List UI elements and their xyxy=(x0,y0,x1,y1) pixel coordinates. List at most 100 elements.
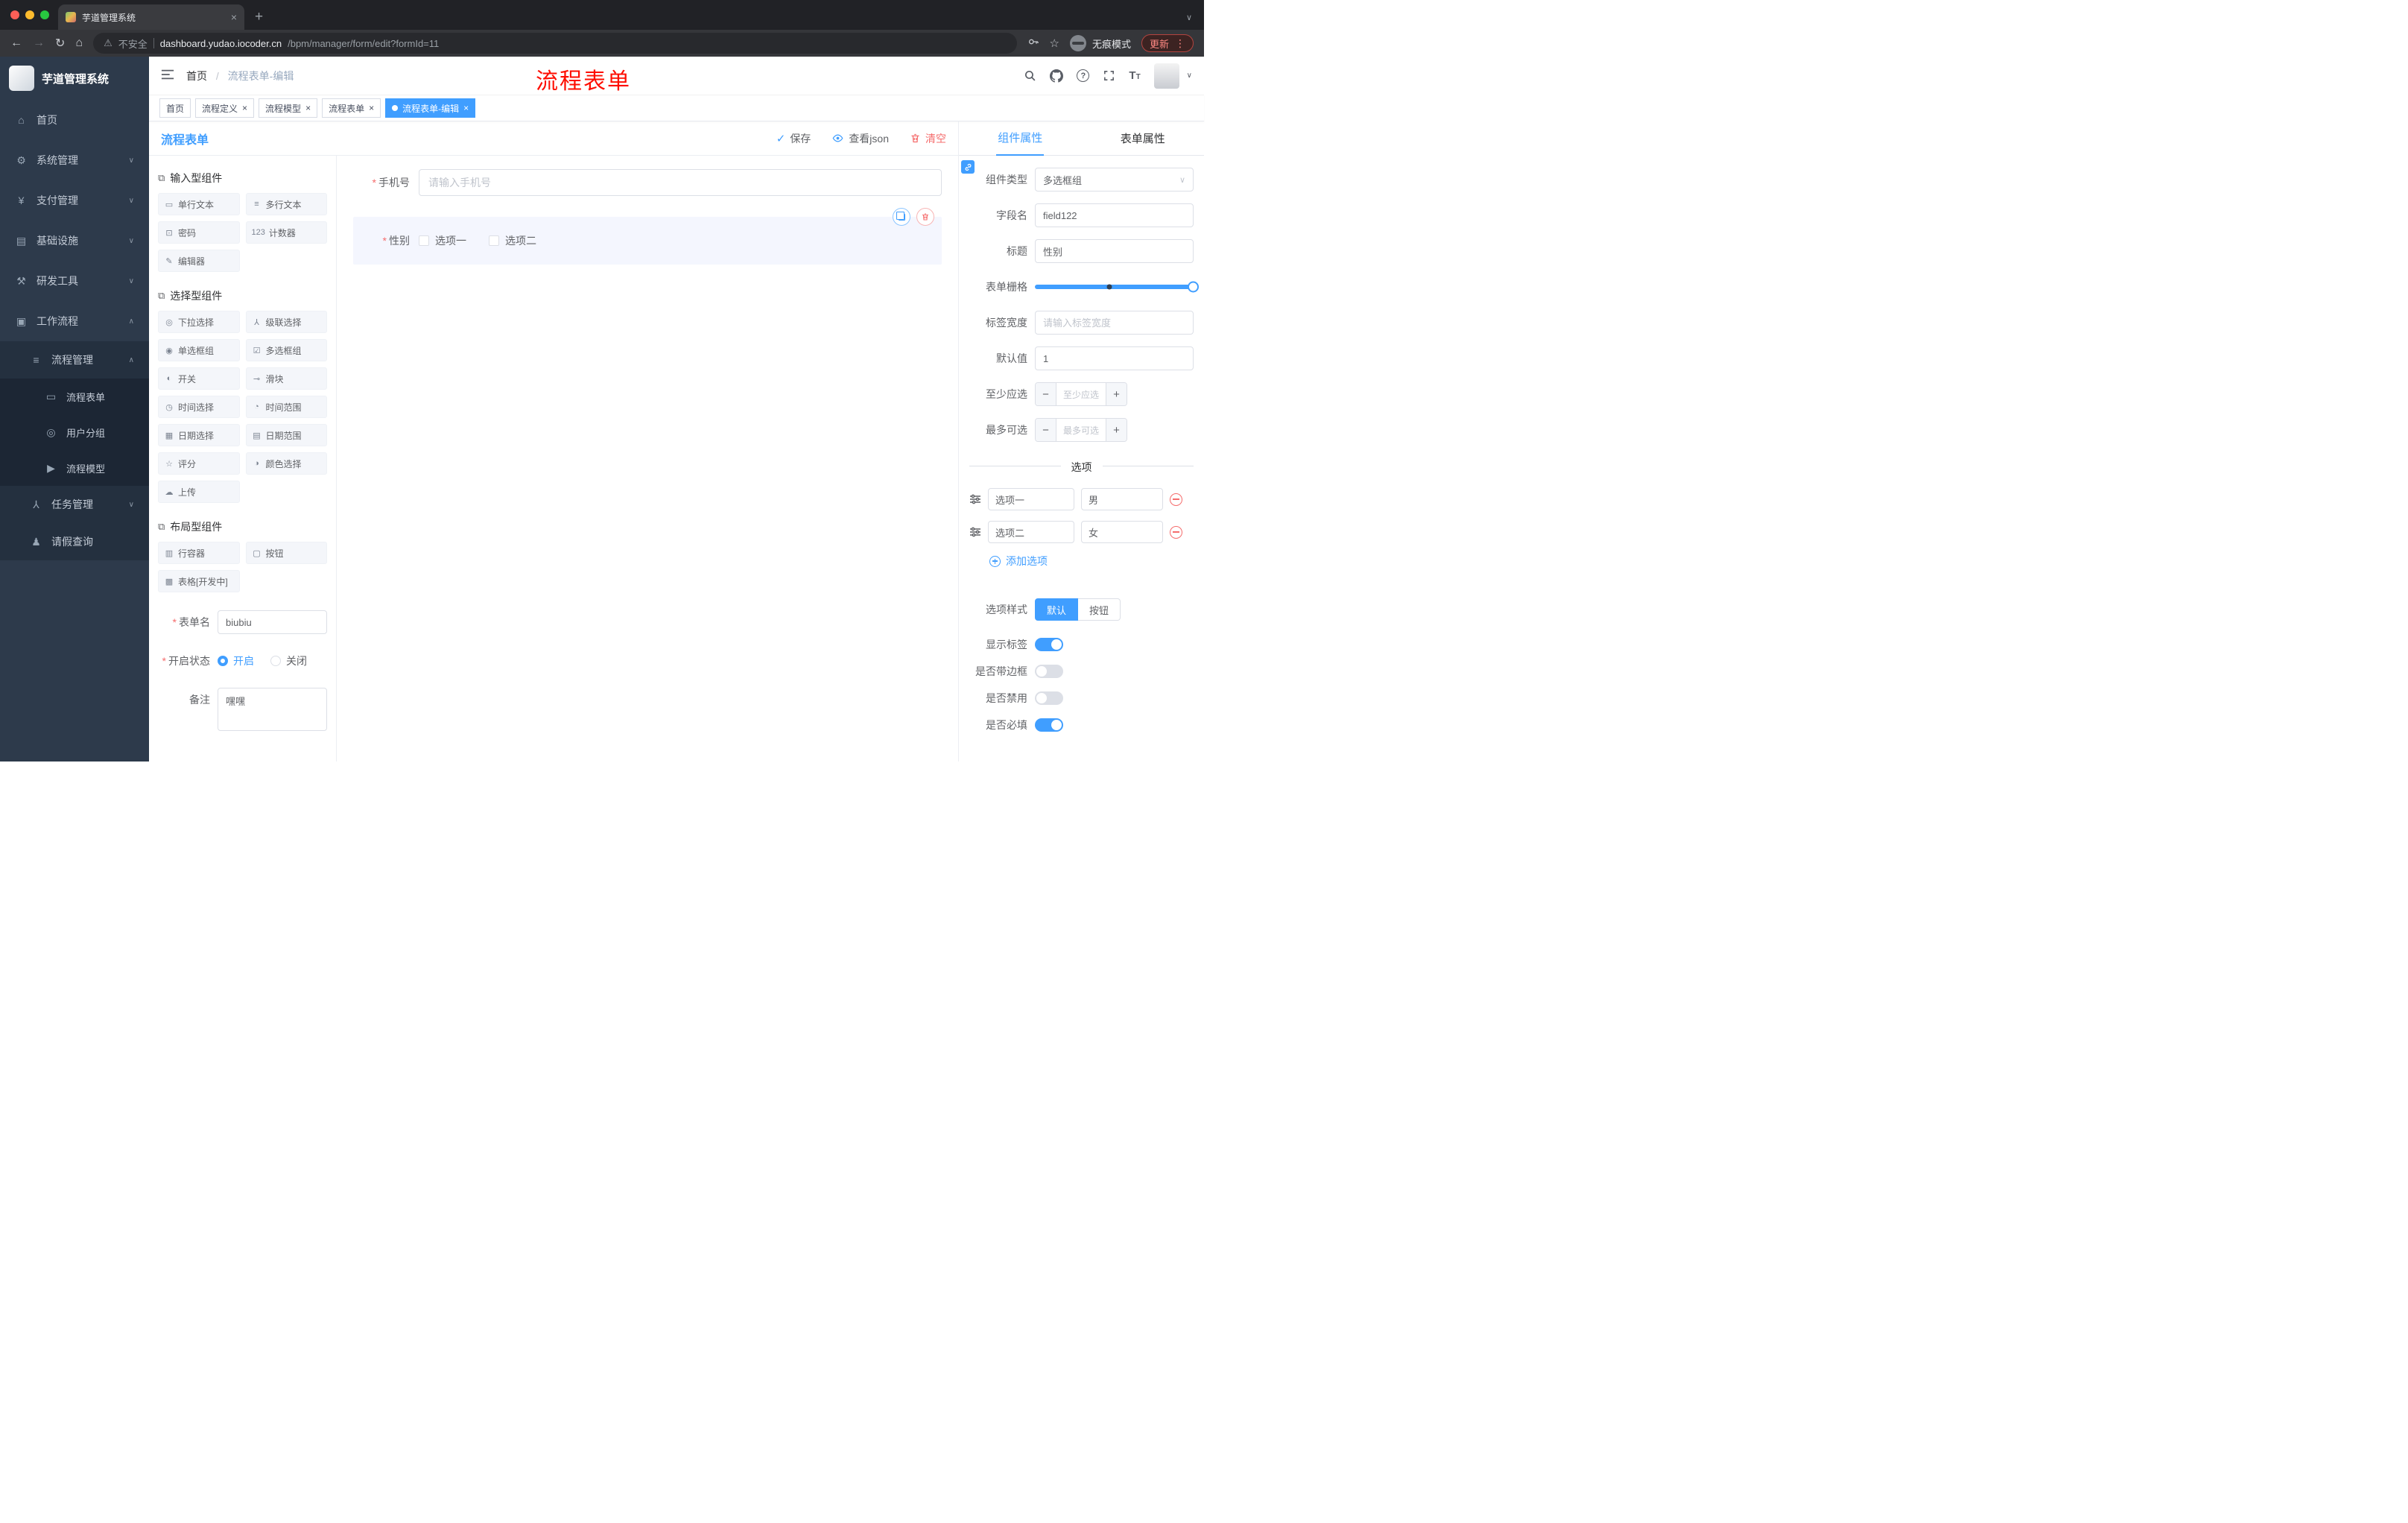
clear-button[interactable]: 清空 xyxy=(910,131,946,146)
component-type-select[interactable]: 多选框组 ∨ xyxy=(1035,168,1194,191)
font-size-icon[interactable]: TT xyxy=(1129,69,1140,82)
palette-item-password[interactable]: ⊡ 密码 xyxy=(158,221,240,244)
password-key-icon[interactable] xyxy=(1027,36,1039,51)
min-select-stepper[interactable]: − 至少应选 + xyxy=(1035,382,1127,406)
palette-item-slider[interactable]: ⊸ 滑块 xyxy=(245,367,327,390)
close-icon[interactable]: × xyxy=(305,104,311,113)
form-name-input[interactable] xyxy=(218,610,327,634)
tag-process-form-edit[interactable]: 流程表单-编辑 × xyxy=(385,98,476,118)
phone-field-row[interactable]: * 手机号 xyxy=(353,169,942,196)
forward-button[interactable]: → xyxy=(33,37,45,50)
palette-item-single-text[interactable]: ▭ 单行文本 xyxy=(158,193,240,215)
palette-item-rate[interactable]: ☆ 评分 xyxy=(158,452,240,475)
palette-item-date-range[interactable]: ▤ 日期范围 xyxy=(245,424,327,446)
palette-item-table[interactable]: ▩ 表格[开发中] xyxy=(158,570,240,592)
gender-option-1[interactable]: 选项一 xyxy=(419,233,466,248)
title-input[interactable] xyxy=(1035,239,1194,263)
drag-handle-icon[interactable] xyxy=(969,526,981,538)
remove-option-icon[interactable] xyxy=(1170,525,1182,539)
remark-textarea[interactable]: 嘿嘿 xyxy=(218,688,327,731)
slider-handle[interactable] xyxy=(1188,281,1199,293)
browser-menu-icon[interactable]: ⋮ xyxy=(1175,37,1185,50)
status-on-radio[interactable]: 开启 xyxy=(218,653,254,668)
option-label-input[interactable] xyxy=(988,521,1074,543)
field-name-input[interactable] xyxy=(1035,203,1194,227)
palette-item-editor[interactable]: ✎ 编辑器 xyxy=(158,250,240,272)
tab-component-props[interactable]: 组件属性 xyxy=(959,121,1082,156)
decrease-button[interactable]: − xyxy=(1036,383,1056,405)
tab-search-caret-icon[interactable]: ∨ xyxy=(1186,13,1192,22)
drag-handle-icon[interactable] xyxy=(969,493,981,505)
palette-item-time-range[interactable]: ◔ 时间范围 xyxy=(245,396,327,418)
close-icon[interactable]: × xyxy=(231,11,237,23)
increase-button[interactable]: + xyxy=(1106,383,1127,405)
sidebar-item-task-mgmt[interactable]: ⅄ 任务管理 ∨ xyxy=(0,486,149,523)
save-button[interactable]: ✓ 保存 xyxy=(776,131,811,146)
minimize-window-button[interactable] xyxy=(25,10,34,19)
checkbox-icon[interactable] xyxy=(419,235,429,246)
palette-item-time-picker[interactable]: ◷ 时间选择 xyxy=(158,396,240,418)
sidebar-collapse-icon[interactable] xyxy=(161,69,174,83)
border-switch[interactable] xyxy=(1035,665,1063,678)
close-icon[interactable]: × xyxy=(242,104,247,113)
breadcrumb-home[interactable]: 首页 xyxy=(186,70,207,82)
palette-item-row-container[interactable]: ▥ 行容器 xyxy=(158,542,240,564)
back-button[interactable]: ← xyxy=(10,37,22,50)
checkbox-icon[interactable] xyxy=(489,235,499,246)
help-icon[interactable]: ? xyxy=(1077,69,1090,82)
slider-track[interactable] xyxy=(1035,281,1199,293)
sidebar-item-leave-query[interactable]: ♟ 请假查询 xyxy=(0,523,149,560)
sidebar-item-devtools[interactable]: ⚒ 研发工具 ∨ xyxy=(0,261,149,301)
brand[interactable]: 芋道管理系统 xyxy=(0,57,149,100)
close-window-button[interactable] xyxy=(10,10,19,19)
selected-component-gender[interactable]: * 性别 选项一 选项二 xyxy=(353,208,942,265)
avatar[interactable] xyxy=(1153,63,1179,89)
update-button[interactable]: 更新 ⋮ xyxy=(1141,34,1194,52)
palette-item-multi-text[interactable]: ≡ 多行文本 xyxy=(245,193,327,215)
add-option-button[interactable]: 添加选项 xyxy=(989,554,1194,569)
sidebar-item-home[interactable]: ⌂ 首页 xyxy=(0,100,149,140)
palette-item-checkbox-group[interactable]: ☑ 多选框组 xyxy=(245,339,327,361)
status-off-radio[interactable]: 关闭 xyxy=(270,653,307,668)
default-value-input[interactable] xyxy=(1035,346,1194,370)
gender-option-2[interactable]: 选项二 xyxy=(489,233,536,248)
close-icon[interactable]: × xyxy=(369,104,374,113)
sidebar-item-user-group[interactable]: ◎ 用户分组 xyxy=(0,414,149,450)
form-grid-slider[interactable] xyxy=(1035,275,1199,299)
palette-item-counter[interactable]: 123 计数器 xyxy=(245,221,327,244)
palette-item-cascader[interactable]: ⅄ 级联选择 xyxy=(245,311,327,333)
reload-button[interactable]: ↻ xyxy=(55,36,65,51)
palette-item-upload[interactable]: ☁ 上传 xyxy=(158,481,240,503)
close-icon[interactable]: × xyxy=(463,104,469,113)
browser-tab[interactable]: 芋道管理系统 × xyxy=(58,4,244,30)
sidebar-item-process-mgmt[interactable]: ≡ 流程管理 ∧ xyxy=(0,341,149,379)
option-label-input[interactable] xyxy=(988,488,1074,510)
sidebar-item-infra[interactable]: ▤ 基础设施 ∨ xyxy=(0,221,149,261)
link-icon[interactable] xyxy=(961,160,975,174)
show-label-switch[interactable] xyxy=(1035,638,1063,651)
sidebar-item-process-model[interactable]: ▶ 流程模型 xyxy=(0,450,149,486)
tab-form-props[interactable]: 表单属性 xyxy=(1082,121,1205,155)
palette-item-switch[interactable]: ◐ 开关 xyxy=(158,367,240,390)
option-value-input[interactable] xyxy=(1081,521,1163,543)
tag-home[interactable]: 首页 xyxy=(159,98,191,118)
palette-item-date-picker[interactable]: ▦ 日期选择 xyxy=(158,424,240,446)
sidebar-item-system[interactable]: ⚙ 系统管理 ∨ xyxy=(0,140,149,180)
form-canvas[interactable]: *手机号 *性别 xyxy=(337,156,958,762)
option-value-input[interactable] xyxy=(1081,488,1163,510)
palette-item-radio-group[interactable]: ◉ 单选框组 xyxy=(158,339,240,361)
user-menu-caret-icon[interactable]: ∨ xyxy=(1187,72,1192,80)
home-button[interactable]: ⌂ xyxy=(75,37,83,50)
increase-button[interactable]: + xyxy=(1106,419,1127,441)
palette-item-dropdown[interactable]: ◎ 下拉选择 xyxy=(158,311,240,333)
sidebar-item-payment[interactable]: ¥ 支付管理 ∨ xyxy=(0,180,149,221)
label-width-input[interactable] xyxy=(1035,311,1194,335)
url-bar[interactable]: ⚠ 不安全 dashboard.yudao.iocoder.cn/bpm/man… xyxy=(93,33,1017,54)
delete-component-button[interactable] xyxy=(916,208,934,226)
max-select-stepper[interactable]: − 最多可选 + xyxy=(1035,418,1127,442)
maximize-window-button[interactable] xyxy=(40,10,49,19)
fullscreen-icon[interactable] xyxy=(1103,69,1115,82)
bookmark-star-icon[interactable]: ☆ xyxy=(1050,37,1059,50)
tag-process-form[interactable]: 流程表单 × xyxy=(322,98,381,118)
style-button-button[interactable]: 按钮 xyxy=(1078,598,1121,621)
